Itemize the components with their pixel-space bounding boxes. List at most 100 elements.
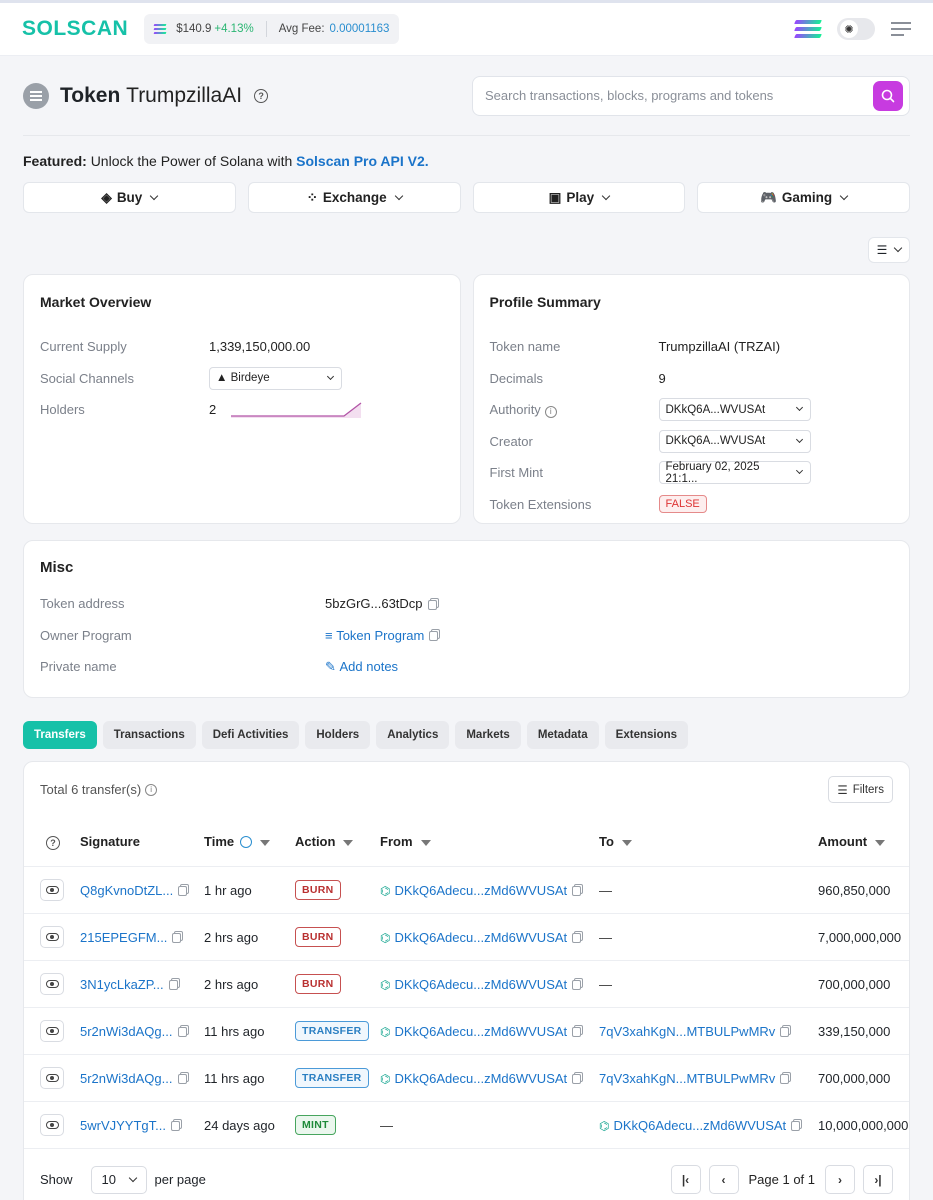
filter-icon[interactable] xyxy=(875,840,886,847)
copy-icon[interactable] xyxy=(429,631,439,642)
eye-icon[interactable] xyxy=(40,879,64,901)
copy-icon[interactable] xyxy=(572,1073,582,1084)
signature-link[interactable]: 5r2nWi3dAQg... xyxy=(80,1024,173,1039)
page-size-select[interactable]: 10 xyxy=(90,1165,147,1194)
solscan-logo[interactable]: SOLSCAN xyxy=(22,17,128,41)
tab-defi-activities[interactable]: Defi Activities xyxy=(201,720,300,749)
copy-icon[interactable] xyxy=(177,1026,187,1037)
action-badge: TRANSFER xyxy=(295,1068,369,1088)
copy-icon[interactable] xyxy=(572,979,582,990)
signature-link[interactable]: 5r2nWi3dAQg... xyxy=(80,1071,173,1086)
first-mint-dropdown[interactable]: February 02, 2025 21:1... xyxy=(658,461,811,485)
eye-icon[interactable] xyxy=(40,1114,64,1136)
eye-icon[interactable] xyxy=(40,1020,64,1042)
social-channel-value: Birdeye xyxy=(230,372,270,385)
signature-link[interactable]: 3N1ycLkaZP... xyxy=(80,977,164,992)
play-dropdown[interactable]: ▣ Play xyxy=(472,182,686,213)
table-row: 215EPEGFM... 2 hrs ago BURN ⌬ DKkQ6Adecu.… xyxy=(24,913,909,961)
tab-extensions[interactable]: Extensions xyxy=(604,720,689,749)
from-link[interactable]: DKkQ6Adecu...zMd6WVUSAt xyxy=(394,1024,567,1039)
info-icon[interactable]: i xyxy=(544,405,557,418)
copy-icon[interactable] xyxy=(780,1073,790,1084)
creator-row: Creator DKkQ6A...WVUSAt xyxy=(490,426,894,458)
clock-icon[interactable] xyxy=(240,836,253,849)
to-link[interactable]: DKkQ6Adecu...zMd6WVUSAt xyxy=(613,1118,786,1133)
to-link[interactable]: 7qV3xahKgN...MTBULPwMRv xyxy=(599,1071,775,1086)
first-page-button[interactable]: |‹ xyxy=(670,1165,701,1194)
filter-icon[interactable] xyxy=(260,840,271,847)
owner-program-link[interactable]: Token Program xyxy=(336,628,424,643)
filter-icon[interactable] xyxy=(621,840,632,847)
featured-label: Featured: xyxy=(23,153,87,169)
tab-transactions[interactable]: Transactions xyxy=(102,720,196,749)
signature-link[interactable]: 215EPEGFM... xyxy=(80,930,167,945)
featured-banner: Featured: Unlock the Power of Solana wit… xyxy=(23,136,910,169)
misc-title: Misc xyxy=(40,559,74,576)
tab-transfers[interactable]: Transfers xyxy=(23,720,97,749)
copy-icon[interactable] xyxy=(572,1026,582,1037)
exchange-dropdown[interactable]: ⁘ Exchange xyxy=(247,182,461,213)
from-link[interactable]: DKkQ6Adecu...zMd6WVUSAt xyxy=(394,930,567,945)
copy-icon[interactable] xyxy=(172,932,182,943)
chevron-down-icon xyxy=(601,191,611,200)
search-button[interactable] xyxy=(873,80,903,111)
to-link[interactable]: 7qV3xahKgN...MTBULPwMRv xyxy=(599,1024,775,1039)
copy-icon[interactable] xyxy=(177,1073,187,1084)
buy-dropdown[interactable]: ◈ Buy xyxy=(23,182,236,213)
copy-icon[interactable] xyxy=(791,1120,801,1131)
info-icon[interactable]: i xyxy=(145,783,158,796)
copy-icon[interactable] xyxy=(572,885,582,896)
menu-icon[interactable] xyxy=(891,18,911,40)
eye-icon[interactable] xyxy=(40,926,64,948)
from-link[interactable]: DKkQ6Adecu...zMd6WVUSAt xyxy=(394,883,567,898)
featured-link[interactable]: Solscan Pro API V2. xyxy=(296,153,429,169)
chevron-down-icon xyxy=(394,191,403,200)
search-input[interactable] xyxy=(485,88,873,103)
solana-network-icon[interactable] xyxy=(794,17,822,41)
copy-icon[interactable] xyxy=(168,979,178,990)
token-name-row: Token name TrumpzillaAI (TRZAI) xyxy=(490,331,894,363)
from-link[interactable]: DKkQ6Adecu...zMd6WVUSAt xyxy=(394,1071,567,1086)
tab-markets[interactable]: Markets xyxy=(455,720,521,749)
eye-icon[interactable] xyxy=(40,973,64,995)
time-cell: 24 days ago xyxy=(204,1101,295,1149)
help-icon[interactable]: ? xyxy=(46,835,60,850)
pager: |‹ ‹ Page 1 of 1 › ›| xyxy=(670,1165,893,1194)
action-badge: BURN xyxy=(295,880,341,900)
last-page-button[interactable]: ›| xyxy=(863,1165,893,1194)
from-link[interactable]: DKkQ6Adecu...zMd6WVUSAt xyxy=(394,977,567,992)
copy-icon[interactable] xyxy=(178,885,188,896)
filter-icon[interactable] xyxy=(343,840,354,847)
tab-analytics[interactable]: Analytics xyxy=(376,720,450,749)
add-notes-link[interactable]: Add notes xyxy=(340,659,399,674)
signature-link[interactable]: Q8gKvnoDtZL... xyxy=(80,883,173,898)
tab-metadata[interactable]: Metadata xyxy=(526,720,599,749)
list-view-toggle[interactable]: ☰ xyxy=(868,237,910,263)
authority-dropdown[interactable]: DKkQ6A...WVUSAt xyxy=(658,398,811,422)
avg-fee-value: 0.00001163 xyxy=(329,23,390,35)
action-badge: BURN xyxy=(295,974,341,994)
action-badge: BURN xyxy=(295,927,341,947)
tab-holders[interactable]: Holders xyxy=(305,720,371,749)
account-icon: ⌬ xyxy=(380,977,391,992)
copy-icon[interactable] xyxy=(427,599,437,610)
theme-toggle[interactable]: ✺ xyxy=(837,18,875,40)
social-channels-dropdown[interactable]: ▲ Birdeye xyxy=(209,366,342,390)
token-name: TrumpzillaAI xyxy=(126,83,243,107)
next-page-button[interactable]: › xyxy=(825,1165,855,1194)
prev-page-button[interactable]: ‹ xyxy=(708,1165,739,1194)
token-extensions-row: Token Extensions FALSE xyxy=(490,489,894,521)
gaming-dropdown[interactable]: 🎮 Gaming xyxy=(697,182,910,213)
copy-icon[interactable] xyxy=(170,1120,180,1131)
buy-icon: ◈ xyxy=(101,189,112,205)
signature-link[interactable]: 5wrVJYYTgT... xyxy=(80,1118,166,1133)
help-icon[interactable]: ? xyxy=(254,88,269,103)
amount-cell: 700,000,000 xyxy=(818,1054,909,1102)
authority-value: DKkQ6A...WVUSAt xyxy=(665,403,766,416)
copy-icon[interactable] xyxy=(572,932,582,943)
creator-dropdown[interactable]: DKkQ6A...WVUSAt xyxy=(658,429,811,453)
filters-button[interactable]: ☰ Filters xyxy=(828,776,893,803)
filter-icon[interactable] xyxy=(420,840,431,847)
eye-icon[interactable] xyxy=(40,1067,64,1089)
copy-icon[interactable] xyxy=(780,1026,790,1037)
